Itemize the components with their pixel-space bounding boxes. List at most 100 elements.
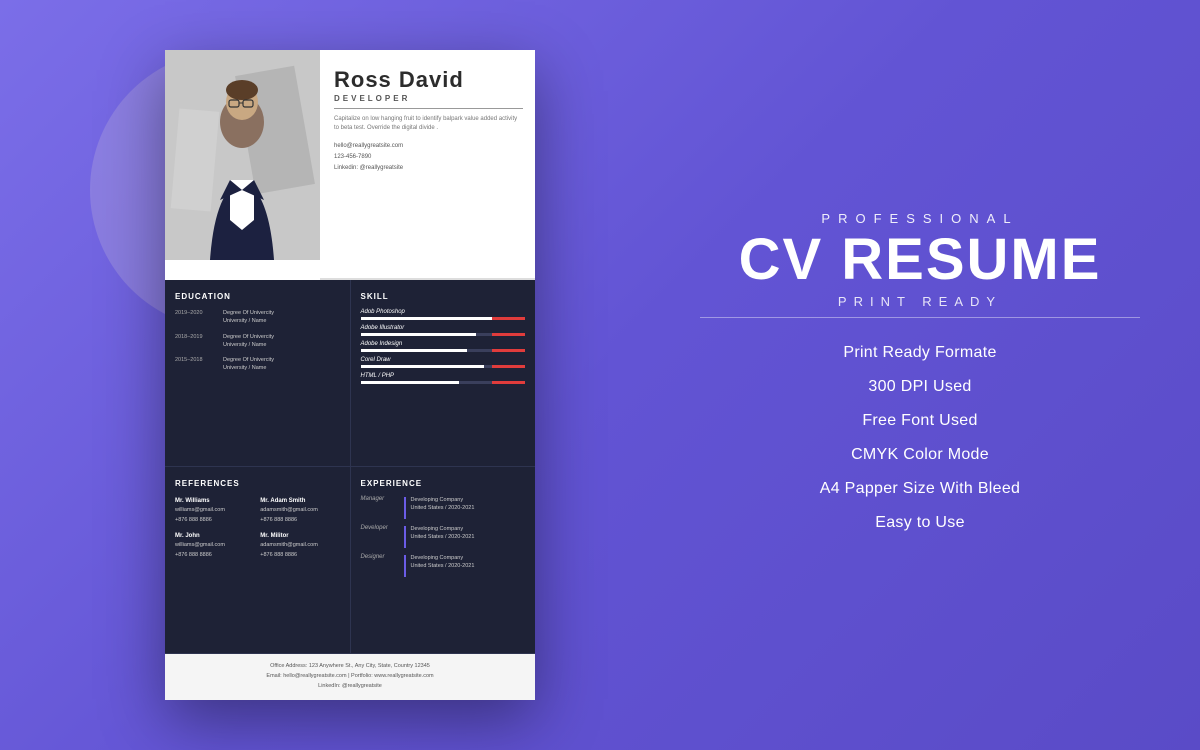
ref-phone-4: +876 888 8886 <box>260 551 339 560</box>
ref-2: Mr. Adam Smith adamsmith@gmail.com +876 … <box>260 496 339 525</box>
product-title: CV RESUME <box>739 231 1102 289</box>
product-subtitle: PRINT READY <box>700 294 1140 318</box>
skill-5: HTML / PHP <box>361 373 526 384</box>
product-info: PROFESSIONAL CV RESUME PRINT READY Print… <box>700 191 1140 560</box>
skill-bar-2 <box>361 333 526 336</box>
skill-name-3: Adobe Indesign <box>361 341 526 347</box>
ref-name-2: Mr. Adam Smith <box>260 496 339 506</box>
edu-item-3: 2015–2018 Degree Of UnivercityUniversity… <box>175 356 340 373</box>
ref-phone-1: +876 888 8886 <box>175 516 254 525</box>
cv-education-section: EDUCATION 2019–2020 Degree Of Univercity… <box>165 280 351 466</box>
feature-4: CMYK Color Mode <box>700 438 1140 472</box>
edu-year-3: 2015–2018 <box>175 356 217 373</box>
cv-footer: Office Address: 123 Anywhere St., Any Ci… <box>165 654 535 700</box>
cv-phone: 123-456-7890 <box>334 152 523 163</box>
ref-4: Mr. Militor adamsmith@gmail.com +876 888… <box>260 531 339 560</box>
exp-1: Manager Developing CompanyUnited States … <box>361 496 526 519</box>
skill-red-5 <box>492 381 525 384</box>
ref-email-1: williams@gmail.com <box>175 506 254 515</box>
exp-role-3: Designer <box>361 554 399 560</box>
skill-fill-5 <box>361 381 460 384</box>
exp-details-2: Developing CompanyUnited States / 2020-2… <box>411 525 475 542</box>
ref-email-4: adamsmith@gmail.com <box>260 541 339 550</box>
edu-year-1: 2019–2020 <box>175 309 217 326</box>
feature-2: 300 DPI Used <box>700 370 1140 404</box>
experience-title: EXPERIENCE <box>361 479 526 488</box>
ref-email-3: williams@gmail.com <box>175 541 254 550</box>
skill-2: Adobe Illustrator <box>361 325 526 336</box>
feature-6: Easy to Use <box>700 506 1140 540</box>
cv-info-section: Ross David DEVELOPER Capitalize on low h… <box>320 50 535 280</box>
skill-1: Adob Photoshop <box>361 309 526 320</box>
references-title: REFERENCES <box>175 479 340 488</box>
edu-details-1: Degree Of UnivercityUniversity / Name <box>223 309 274 326</box>
edu-details-2: Degree Of UnivercityUniversity / Name <box>223 333 274 350</box>
exp-2: Developer Developing CompanyUnited State… <box>361 525 526 548</box>
ref-1: Mr. Williams williams@gmail.com +876 888… <box>175 496 254 525</box>
skill-fill-2 <box>361 333 476 336</box>
ref-phone-3: +876 888 8886 <box>175 551 254 560</box>
skill-name-5: HTML / PHP <box>361 373 526 379</box>
exp-details-3: Developing CompanyUnited States / 2020-2… <box>411 554 475 571</box>
ref-phone-2: +876 888 8886 <box>260 516 339 525</box>
skill-red-2 <box>492 333 525 336</box>
cv-name: Ross David <box>334 68 523 92</box>
feature-1: Print Ready Formate <box>700 336 1140 370</box>
cv-photo <box>165 50 320 260</box>
education-title: EDUCATION <box>175 292 340 301</box>
exp-bar-3 <box>404 555 406 577</box>
skill-3: Adobe Indesign <box>361 341 526 352</box>
cv-top-section: Ross David DEVELOPER Capitalize on low h… <box>165 50 535 280</box>
cv-references-section: REFERENCES Mr. Williams williams@gmail.c… <box>165 467 351 653</box>
cv-ref-exp-row: REFERENCES Mr. Williams williams@gmail.c… <box>165 467 535 654</box>
skill-name-4: Corel Draw <box>361 357 526 363</box>
edu-item-2: 2018–2019 Degree Of UnivercityUniversity… <box>175 333 340 350</box>
footer-line3: LinkedIn: @reallygreatsite <box>318 683 382 689</box>
skill-fill-3 <box>361 349 468 352</box>
references-grid: Mr. Williams williams@gmail.com +876 888… <box>175 496 340 560</box>
skill-bar-1 <box>361 317 526 320</box>
cv-experience-section: EXPERIENCE Manager Developing CompanyUni… <box>351 467 536 653</box>
main-container: Ross David DEVELOPER Capitalize on low h… <box>0 0 1200 750</box>
ref-name-1: Mr. Williams <box>175 496 254 506</box>
feature-list: Print Ready Formate 300 DPI Used Free Fo… <box>700 336 1140 540</box>
skill-red-3 <box>492 349 525 352</box>
skill-fill-4 <box>361 365 484 368</box>
skill-bar-5 <box>361 381 526 384</box>
photo-simulation <box>165 50 320 260</box>
ref-email-2: adamsmith@gmail.com <box>260 506 339 515</box>
product-label: PROFESSIONAL <box>821 211 1018 226</box>
edu-item-1: 2019–2020 Degree Of UnivercityUniversity… <box>175 309 340 326</box>
skill-red-4 <box>492 365 525 368</box>
exp-details-1: Developing CompanyUnited States / 2020-2… <box>411 496 475 513</box>
edu-details-3: Degree Of UnivercityUniversity / Name <box>223 356 274 373</box>
skill-red-1 <box>492 317 525 320</box>
cv-document: Ross David DEVELOPER Capitalize on low h… <box>165 50 535 700</box>
footer-line2: Email: hello@reallygreatsite.com | Portf… <box>266 673 433 679</box>
cv-title: DEVELOPER <box>334 94 523 109</box>
skills-title: SKILL <box>361 292 526 301</box>
exp-role-1: Manager <box>361 496 399 502</box>
skill-bar-3 <box>361 349 526 352</box>
skill-name-1: Adob Photoshop <box>361 309 526 315</box>
skill-4: Corel Draw <box>361 357 526 368</box>
cv-bottom-section: EDUCATION 2019–2020 Degree Of Univercity… <box>165 280 535 700</box>
cv-email: hello@reallygreatsite.com <box>334 141 523 152</box>
ref-name-3: Mr. John <box>175 531 254 541</box>
cv-preview-area: Ross David DEVELOPER Capitalize on low h… <box>80 30 560 720</box>
exp-bar-2 <box>404 526 406 548</box>
feature-5: A4 Papper Size With Bleed <box>700 472 1140 506</box>
edu-year-2: 2018–2019 <box>175 333 217 350</box>
cv-bio: Capitalize on low hanging fruit to ident… <box>334 115 523 133</box>
skill-fill-1 <box>361 317 493 320</box>
cv-edu-skills-row: EDUCATION 2019–2020 Degree Of Univercity… <box>165 280 535 467</box>
skill-bar-4 <box>361 365 526 368</box>
cv-skills-section: SKILL Adob Photoshop Adobe Illustrator <box>351 280 536 466</box>
cv-linkedin: Linkedin: @reallygreatsite <box>334 163 523 174</box>
skill-name-2: Adobe Illustrator <box>361 325 526 331</box>
exp-role-2: Developer <box>361 525 399 531</box>
exp-bar-1 <box>404 497 406 519</box>
ref-name-4: Mr. Militor <box>260 531 339 541</box>
exp-3: Designer Developing CompanyUnited States… <box>361 554 526 577</box>
ref-3: Mr. John williams@gmail.com +876 888 888… <box>175 531 254 560</box>
